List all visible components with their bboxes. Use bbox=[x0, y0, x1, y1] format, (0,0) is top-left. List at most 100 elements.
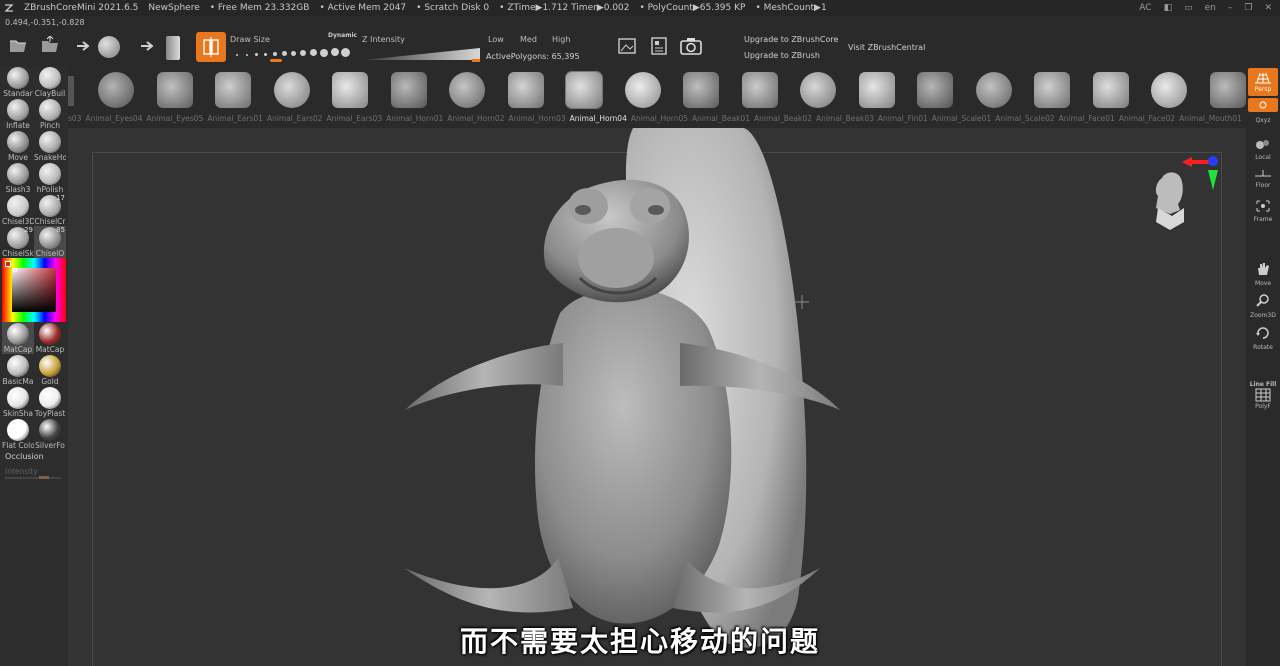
navigation-gizmo[interactable] bbox=[1146, 154, 1218, 238]
brush-name-label[interactable]: Animal_Horn04 bbox=[570, 114, 627, 123]
brush-name-label[interactable]: Animal_Horn03 bbox=[508, 114, 565, 123]
frame-button[interactable]: Frame bbox=[1248, 200, 1278, 223]
material-slot[interactable]: Flat Colo bbox=[2, 418, 34, 450]
brush-thumbnail[interactable] bbox=[1092, 72, 1129, 108]
brush-thumbnail[interactable] bbox=[1034, 72, 1070, 108]
window-layout-icon[interactable]: ◧ bbox=[1164, 3, 1173, 13]
brush-thumbnail[interactable] bbox=[273, 72, 310, 108]
brush-name-label[interactable]: Animal_Ears02 bbox=[267, 114, 323, 123]
brush-name-label[interactable]: Animal_Horn01 bbox=[386, 114, 443, 123]
brush-slot[interactable]: Pinch bbox=[34, 98, 66, 130]
qxyz-button[interactable]: Qxyz bbox=[1248, 116, 1278, 124]
brush-thumbnail[interactable] bbox=[741, 72, 778, 108]
persp-button[interactable]: Persp bbox=[1248, 68, 1278, 96]
brush-name-label[interactable]: Animal_Fin01 bbox=[878, 114, 928, 123]
brush-thumbnail[interactable] bbox=[1151, 72, 1187, 108]
brush-thumbnail[interactable] bbox=[156, 72, 193, 108]
brush-slot[interactable]: Standar bbox=[2, 66, 34, 98]
open-folder-icon[interactable] bbox=[8, 36, 28, 54]
brush-slot[interactable]: SnakeHo bbox=[34, 130, 66, 162]
brush-thumbnail[interactable] bbox=[624, 72, 661, 108]
arrow-right-icon-2[interactable] bbox=[140, 40, 156, 52]
brush-thumbnail[interactable] bbox=[98, 72, 134, 108]
cylinder-tool-icon[interactable] bbox=[166, 36, 180, 60]
brush-slot[interactable]: Slash3 bbox=[2, 162, 34, 194]
brush-slot[interactable]: ChiselO 85 bbox=[34, 226, 66, 258]
lang-label[interactable]: en bbox=[1205, 3, 1216, 13]
brush-name-label[interactable]: Animal_Beak01 bbox=[692, 114, 750, 123]
brush-slot[interactable]: ChiselSk 29 bbox=[2, 226, 34, 258]
brush-thumbnail[interactable] bbox=[449, 72, 485, 108]
dynamic-label[interactable]: Dynamic bbox=[328, 32, 357, 39]
brush-name-label[interactable]: Animal_Beak03 bbox=[816, 114, 874, 123]
brush-slot[interactable]: ChiselCr 17 bbox=[34, 194, 66, 226]
brush-thumbnail[interactable] bbox=[215, 72, 251, 108]
brush-name-label[interactable]: Animal_Face01 bbox=[1059, 114, 1115, 123]
brush-thumbnail[interactable] bbox=[858, 72, 895, 108]
color-picker-square[interactable] bbox=[12, 268, 56, 312]
upgrade-zbrush-link[interactable]: Upgrade to ZBrush bbox=[744, 51, 820, 60]
brush-thumbnail[interactable] bbox=[566, 72, 602, 108]
restore-icon[interactable]: ❐ bbox=[1244, 3, 1252, 13]
brush-thumbnail[interactable] bbox=[683, 72, 719, 108]
head-gizmo-icon[interactable] bbox=[1155, 172, 1183, 214]
arrow-right-icon[interactable] bbox=[76, 40, 92, 52]
brush-name-label[interactable]: Animal_Eyes04 bbox=[85, 114, 142, 123]
material-slot[interactable]: SkinSha bbox=[2, 386, 34, 418]
brush-thumbnail[interactable] bbox=[800, 72, 836, 108]
brush-thumbnail[interactable] bbox=[507, 72, 544, 108]
brush-name-label[interactable]: Animal_Scale02 bbox=[995, 114, 1054, 123]
camera-icon[interactable] bbox=[680, 36, 702, 56]
material-slot[interactable]: MatCap bbox=[2, 322, 34, 354]
brush-name-label[interactable]: Animal_Mouth01 bbox=[1179, 114, 1242, 123]
save-folder-icon[interactable] bbox=[40, 36, 60, 54]
brush-name-label[interactable]: Animal_Scale01 bbox=[932, 114, 991, 123]
material-slot[interactable]: SilverFo bbox=[34, 418, 66, 450]
rotate-button[interactable]: Rotate bbox=[1248, 326, 1278, 351]
material-slot[interactable]: Gold bbox=[34, 354, 66, 386]
document-name[interactable]: NewSphere bbox=[148, 3, 199, 13]
material-slot[interactable]: ToyPlast bbox=[34, 386, 66, 418]
brush-slot[interactable]: hPolish bbox=[34, 162, 66, 194]
brush-name-label[interactable]: Animal_Horn05 bbox=[631, 114, 688, 123]
high-button[interactable]: High bbox=[552, 35, 570, 44]
brush-strip-scrollbar-left[interactable] bbox=[68, 76, 74, 106]
floor-button[interactable]: Floor bbox=[1248, 168, 1278, 189]
screen-icon[interactable]: ▭ bbox=[1184, 3, 1193, 13]
viewport-canvas[interactable] bbox=[68, 128, 1246, 666]
brush-name-label[interactable]: Animal_Face02 bbox=[1119, 114, 1175, 123]
brush-slot[interactable]: Chisel3D bbox=[2, 194, 34, 226]
occlusion-label[interactable]: Occlusion bbox=[5, 452, 44, 461]
local-button[interactable]: Local bbox=[1248, 138, 1278, 161]
close-icon[interactable]: ✕ bbox=[1264, 3, 1272, 13]
brush-name-label[interactable]: Animal_Ears03 bbox=[327, 114, 383, 123]
low-button[interactable]: Low bbox=[488, 35, 504, 44]
brush-slot[interactable]: Move bbox=[2, 130, 34, 162]
ac-label[interactable]: AC bbox=[1139, 3, 1151, 13]
material-slot[interactable]: BasicMa bbox=[2, 354, 34, 386]
main-color-swatch[interactable] bbox=[5, 261, 11, 267]
brush-name-label[interactable]: Animal_Eyes05 bbox=[146, 114, 203, 123]
brush-name-label[interactable]: Animal_Ears01 bbox=[207, 114, 263, 123]
image-icon[interactable] bbox=[618, 38, 636, 54]
sphere-tool-icon[interactable] bbox=[98, 36, 120, 58]
sculpt-model[interactable] bbox=[68, 128, 1246, 666]
brush-thumbnail[interactable] bbox=[332, 72, 368, 108]
brush-name-label[interactable]: s03 bbox=[68, 114, 81, 123]
minimize-icon[interactable]: – bbox=[1228, 3, 1233, 13]
document-icon[interactable] bbox=[650, 37, 668, 55]
brush-name-label[interactable]: Animal_Horn02 bbox=[447, 114, 504, 123]
intensity-slider[interactable] bbox=[5, 476, 61, 479]
upgrade-zbrushcore-link[interactable]: Upgrade to ZBrushCore bbox=[744, 35, 838, 44]
material-slot[interactable]: MatCap bbox=[34, 322, 66, 354]
visit-zbrushcentral-link[interactable]: Visit ZBrushCentral bbox=[848, 43, 925, 52]
brush-slot[interactable]: ClayBuil bbox=[34, 66, 66, 98]
z-intensity-slider[interactable] bbox=[364, 46, 482, 62]
zoom3d-button[interactable]: Zoom3D bbox=[1248, 294, 1278, 319]
med-button[interactable]: Med bbox=[520, 35, 537, 44]
color-picker[interactable] bbox=[2, 258, 66, 322]
brush-thumbnail[interactable] bbox=[390, 72, 427, 108]
brush-name-label[interactable]: Animal_Beak02 bbox=[754, 114, 812, 123]
brush-thumbnail[interactable] bbox=[917, 72, 953, 108]
brush-slot[interactable]: Inflate bbox=[2, 98, 34, 130]
